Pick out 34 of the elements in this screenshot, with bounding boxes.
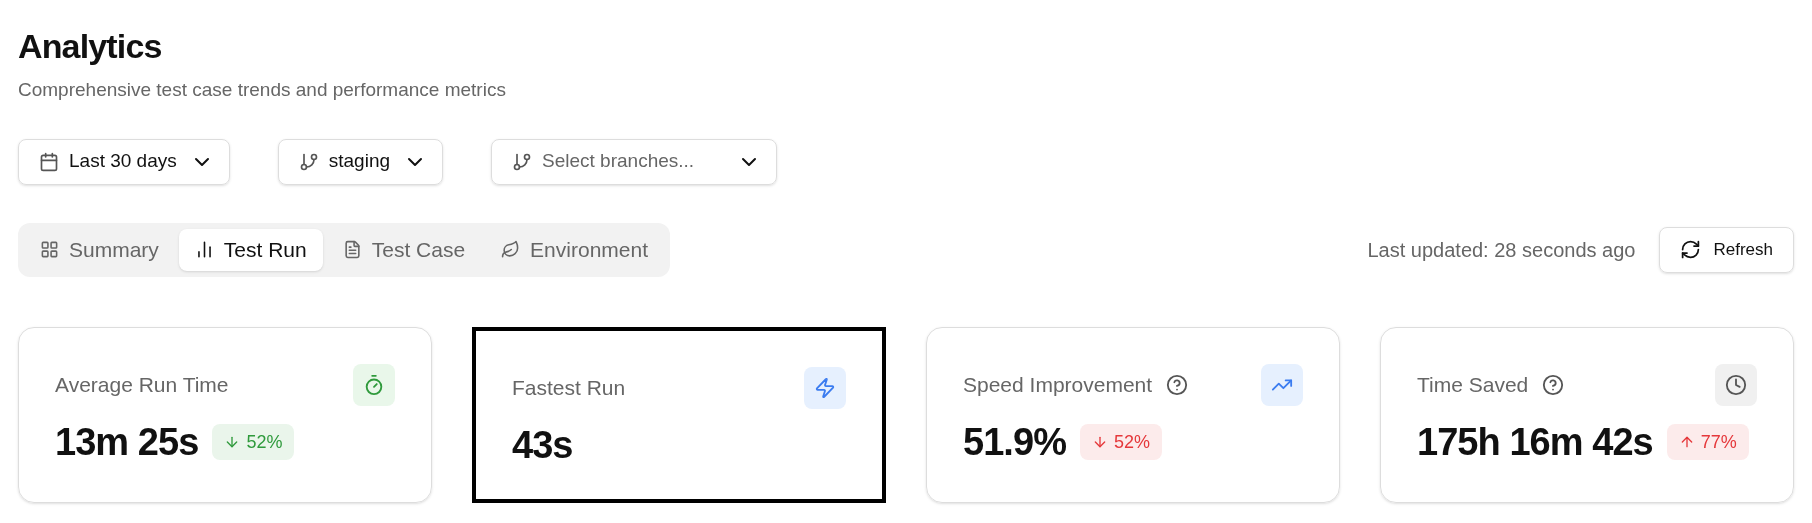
metric-value: 13m 25s xyxy=(55,419,199,465)
metric-value: 51.9% xyxy=(963,419,1066,465)
chevron-icon xyxy=(742,157,757,166)
calendar-icon xyxy=(39,151,59,172)
change-badge: 77% xyxy=(1666,424,1749,460)
branch-icon xyxy=(298,151,319,172)
filter-dropdown[interactable]: staging xyxy=(277,138,444,185)
metric-title: Fastest Run xyxy=(512,374,626,401)
page-title: Analytics xyxy=(18,26,162,66)
metric-title: Time Saved xyxy=(1417,371,1529,398)
help-icon[interactable] xyxy=(1166,373,1189,396)
grid-icon xyxy=(40,240,59,259)
metric-title: Average Run Time xyxy=(55,371,229,398)
last-updated-text: Last updated: 28 seconds ago xyxy=(1367,237,1636,263)
page-subtitle: Comprehensive test case trends and performance metrics xyxy=(18,78,506,102)
metric-value: 175h 16m 42s xyxy=(1417,419,1653,465)
filter-dropdown[interactable]: Last 30 days xyxy=(18,138,230,185)
change-badge: 52% xyxy=(212,424,295,460)
chevron-icon xyxy=(194,157,209,166)
chevron-icon xyxy=(408,157,423,166)
tab[interactable]: Test Case xyxy=(326,228,482,271)
help-icon[interactable] xyxy=(1542,373,1565,396)
filter-dropdown[interactable]: Select branches... xyxy=(491,138,778,185)
document-icon xyxy=(342,240,362,259)
refresh-icon xyxy=(1680,239,1702,260)
metric-title: Speed Improvement xyxy=(963,371,1153,398)
leaf-icon xyxy=(501,240,521,259)
tab[interactable]: Summary xyxy=(24,228,175,271)
refresh-button[interactable]: Refresh xyxy=(1659,226,1794,273)
change-badge: 52% xyxy=(1080,424,1163,460)
tab[interactable]: Test Run xyxy=(178,228,323,271)
branch-icon xyxy=(512,151,533,172)
tab[interactable]: Environment xyxy=(485,228,664,271)
metric-value: 43s xyxy=(512,422,573,468)
